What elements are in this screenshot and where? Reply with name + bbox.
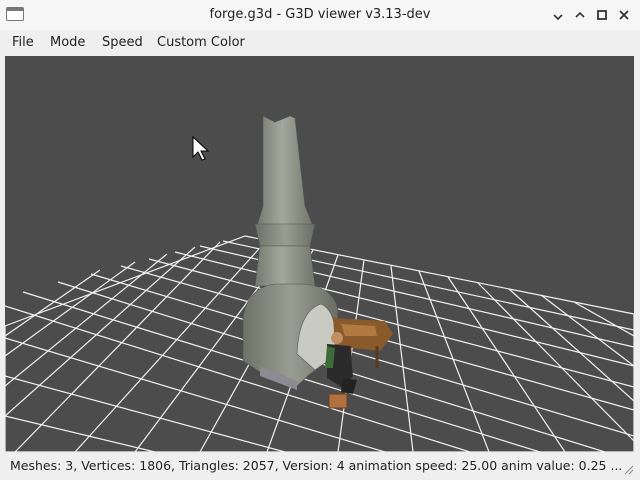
menu-file[interactable]: File xyxy=(12,35,34,50)
chevron-up-icon xyxy=(575,11,585,18)
minimize-button[interactable] xyxy=(551,8,565,22)
menu-speed[interactable]: Speed xyxy=(102,35,143,50)
maximize-restore-button[interactable] xyxy=(573,8,587,22)
status-text: Meshes: 3, Vertices: 1806, Triangles: 20… xyxy=(10,458,623,473)
3d-scene xyxy=(5,115,634,452)
minimize-icon xyxy=(553,14,563,21)
maximize-button[interactable] xyxy=(595,8,609,22)
menu-custom-color[interactable]: Custom Color xyxy=(157,35,245,50)
3d-viewport[interactable] xyxy=(5,56,634,452)
app-window: forge.g3d - G3D viewer v3.13-dev File Mo… xyxy=(0,0,640,480)
status-bar: Meshes: 3, Vertices: 1806, Triangles: 20… xyxy=(0,452,640,480)
close-button[interactable] xyxy=(617,8,631,22)
resize-grip-icon[interactable] xyxy=(622,463,634,475)
arrow-cursor-icon xyxy=(192,135,210,161)
maximize-icon xyxy=(597,10,607,20)
menu-bar: File Mode Speed Custom Color xyxy=(0,30,640,56)
title-bar[interactable]: forge.g3d - G3D viewer v3.13-dev xyxy=(0,0,640,31)
close-icon xyxy=(619,10,629,20)
menu-mode[interactable]: Mode xyxy=(50,35,85,50)
window-title: forge.g3d - G3D viewer v3.13-dev xyxy=(209,7,431,22)
